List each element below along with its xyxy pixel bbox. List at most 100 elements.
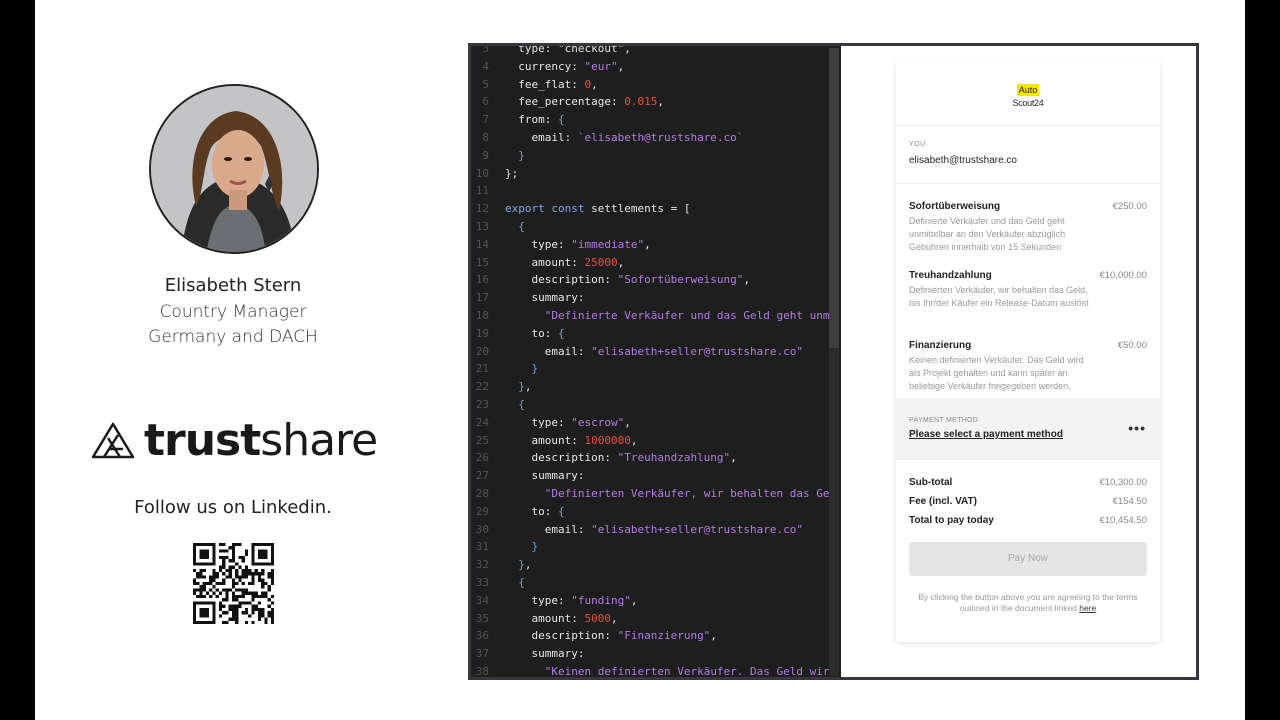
code-line: 18 "Definierte Verkäufer und das Geld ge… bbox=[471, 307, 829, 325]
pay-now-button[interactable]: Pay Now bbox=[909, 542, 1147, 576]
code-line: 16 description: "Sofortüberweisung", bbox=[471, 271, 829, 289]
code-line: 38 "Keinen definierten Verkäufer. Das Ge… bbox=[471, 663, 829, 677]
code-line: 3 type: "checkout", bbox=[471, 46, 829, 58]
code-line: 21 } bbox=[471, 360, 829, 378]
line-number: 24 bbox=[475, 415, 489, 429]
trustshare-logo-icon bbox=[91, 422, 135, 459]
line-number: 37 bbox=[475, 647, 489, 661]
code-line: 35 amount: 5000, bbox=[471, 610, 829, 628]
code-line: 7 from: { bbox=[471, 111, 829, 129]
line-number: 29 bbox=[475, 504, 489, 518]
editor-scrollbar[interactable] bbox=[829, 48, 839, 676]
code-line: 17 summary: bbox=[471, 289, 829, 307]
code-line: 15 amount: 25000, bbox=[471, 254, 829, 272]
payment-method-section: PAYMENT METHOD Please select a payment m… bbox=[896, 398, 1160, 460]
line-number: 30 bbox=[475, 522, 489, 536]
item-title: Finanzierung bbox=[909, 340, 972, 351]
code-line: 11 bbox=[471, 182, 829, 200]
code-line: 6 fee_percentage: 0.015, bbox=[471, 93, 829, 111]
line-number: 35 bbox=[475, 611, 489, 625]
line-number: 8 bbox=[482, 131, 489, 144]
item-title: Treuhandzahlung bbox=[909, 270, 992, 281]
code-line: 22 }, bbox=[471, 378, 829, 396]
fee-value: €154.50 bbox=[1112, 496, 1147, 507]
item-description: Definierte Verkäufer und das Geld geht u… bbox=[909, 216, 1066, 252]
line-number: 32 bbox=[475, 558, 489, 572]
code-line: 32 }, bbox=[471, 556, 829, 574]
terms-link[interactable]: here bbox=[1079, 603, 1096, 613]
line-number: 15 bbox=[475, 255, 489, 269]
divider bbox=[896, 183, 1160, 184]
code-line: 23 { bbox=[471, 396, 829, 414]
line-number: 3 bbox=[482, 46, 489, 55]
checkout-header: Auto Scout24 bbox=[896, 62, 1160, 126]
linkedin-qr-code[interactable] bbox=[193, 543, 274, 624]
logo-text-bold: trust bbox=[144, 415, 261, 466]
line-number: 27 bbox=[475, 469, 489, 483]
code-line: 25 amount: 1000000, bbox=[471, 432, 829, 450]
line-number: 18 bbox=[475, 309, 489, 322]
line-number: 17 bbox=[475, 291, 489, 305]
line-number: 16 bbox=[475, 273, 489, 287]
line-number: 33 bbox=[475, 576, 489, 589]
line-number: 10 bbox=[475, 166, 489, 180]
line-number: 5 bbox=[482, 77, 489, 91]
code-line: 33 { bbox=[471, 574, 829, 592]
line-number: 31 bbox=[475, 540, 489, 554]
merchant-logo-bottom: Scout24 bbox=[1012, 98, 1044, 108]
you-label: YOU bbox=[909, 141, 926, 148]
line-number: 38 bbox=[475, 665, 489, 677]
code-line: 10}; bbox=[471, 165, 829, 183]
select-payment-method-link[interactable]: Please select a payment method bbox=[909, 429, 1063, 440]
line-number: 4 bbox=[482, 59, 489, 73]
line-number: 34 bbox=[475, 593, 489, 607]
item-title: Sofortüberweisung bbox=[909, 201, 1001, 212]
subtotal-value: €10,300.00 bbox=[1099, 477, 1147, 488]
code-line: 14 type: "immediate", bbox=[471, 236, 829, 254]
item-description: Keinen definierten Verkäufer. Das Geld w… bbox=[909, 355, 1084, 391]
code-line: 37 summary: bbox=[471, 645, 829, 663]
code-line: 4 currency: "eur", bbox=[471, 58, 829, 76]
line-number: 26 bbox=[475, 451, 489, 465]
terms-text: By clicking the button above you are agr… bbox=[906, 592, 1150, 614]
code-line: 8 email: `elisabeth@trustshare.co` bbox=[471, 129, 829, 147]
follow-text: Follow us on Linkedin. bbox=[134, 497, 332, 518]
merchant-logo-top: Auto bbox=[1016, 84, 1040, 96]
trustshare-logo: trustshare bbox=[90, 413, 378, 469]
line-number: 6 bbox=[482, 95, 489, 109]
code-editor[interactable]: 3 type: "checkout", 4 currency: "eur", 5 f… bbox=[471, 46, 841, 677]
checkout-preview: Auto Scout24 YOU elisabeth@trustshare.co… bbox=[841, 46, 1196, 677]
you-email: elisabeth@trustshare.co bbox=[909, 155, 1017, 166]
code-line: 12 export const settlements = [ bbox=[471, 200, 829, 218]
line-number: 13 bbox=[475, 220, 489, 233]
line-number: 25 bbox=[475, 433, 489, 447]
line-number: 7 bbox=[482, 113, 489, 127]
line-number: 19 bbox=[475, 326, 489, 340]
item-price: €250.00 bbox=[1112, 201, 1147, 212]
terms-body: By clicking the button above you are agr… bbox=[918, 592, 1138, 613]
line-number: 22 bbox=[475, 380, 489, 394]
slide: Elisabeth Stern Country Manager Germany … bbox=[35, 0, 1245, 720]
more-options-icon[interactable]: ••• bbox=[1128, 420, 1146, 436]
code-line: 29 to: { bbox=[471, 503, 829, 521]
code-line: 20 email: "elisabeth+seller@trustshare.c… bbox=[471, 343, 829, 361]
subtotal-label: Sub-total bbox=[909, 477, 953, 488]
editor-scroll-thumb[interactable] bbox=[829, 48, 839, 348]
demo-panel: 3 type: "checkout", 4 currency: "eur", 5 f… bbox=[468, 43, 1199, 680]
code-line: 26 description: "Treuhandzahlung", bbox=[471, 449, 829, 467]
line-number: 20 bbox=[475, 344, 489, 358]
total-value: €10,454.50 bbox=[1099, 515, 1147, 526]
code-line: 9 } bbox=[471, 147, 829, 165]
payment-method-label: PAYMENT METHOD bbox=[909, 417, 979, 424]
line-number: 36 bbox=[475, 629, 489, 643]
item-price: €10,000.00 bbox=[1099, 270, 1147, 281]
line-number: 14 bbox=[475, 237, 489, 251]
code-line: 28 "Definierten Verkäufer, wir behalten … bbox=[471, 485, 829, 503]
code-line: 19 to: { bbox=[471, 325, 829, 343]
line-number: 11 bbox=[475, 184, 489, 198]
line-number: 9 bbox=[482, 148, 489, 162]
code-line: 34 type: "funding", bbox=[471, 592, 829, 610]
total-label: Total to pay today bbox=[909, 515, 994, 526]
logo-text: trustshare bbox=[144, 419, 378, 463]
checkout-card: Auto Scout24 YOU elisabeth@trustshare.co… bbox=[896, 62, 1160, 642]
